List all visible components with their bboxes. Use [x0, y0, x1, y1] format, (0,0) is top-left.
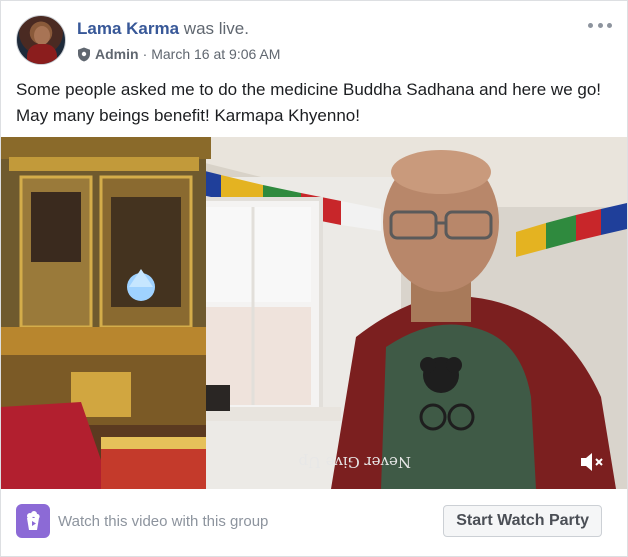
watch-party-icon [16, 504, 50, 538]
avatar-robe [27, 44, 57, 64]
post-timestamp[interactable]: March 16 at 9:06 AM [151, 46, 280, 62]
author-name-link[interactable]: Lama Karma [77, 19, 179, 38]
watch-party-bar: Watch this video with this group Start W… [16, 502, 612, 540]
video-frame: Never Give Up [1, 137, 627, 489]
post-card: Lama Karma was live. Admin · March 16 at… [0, 0, 628, 557]
post-header: Lama Karma was live. Admin · March 16 at… [16, 15, 612, 67]
video-player[interactable]: Never Give Up [1, 137, 627, 489]
shrine [1, 137, 211, 489]
dot [588, 22, 593, 28]
shield-icon [77, 47, 91, 62]
post-meta: Admin · March 16 at 9:06 AM [77, 46, 280, 62]
author-avatar[interactable] [16, 15, 66, 65]
role-label: Admin [95, 46, 139, 62]
speaker-muted-icon[interactable] [579, 451, 605, 473]
live-status-text: was live. [183, 19, 249, 38]
start-watch-party-button[interactable]: Start Watch Party [443, 505, 602, 537]
dot [597, 22, 603, 28]
post-text: Some people asked me to do the medicine … [16, 80, 602, 125]
shirt-text: Never Give Up [299, 453, 411, 471]
more-options-icon[interactable] [588, 17, 612, 33]
author-line: Lama Karma was live. [77, 19, 249, 39]
dot [607, 22, 612, 28]
watch-with-group-text: Watch this video with this group [58, 513, 269, 530]
meta-separator: · [142, 46, 148, 62]
avatar-face [34, 26, 50, 45]
